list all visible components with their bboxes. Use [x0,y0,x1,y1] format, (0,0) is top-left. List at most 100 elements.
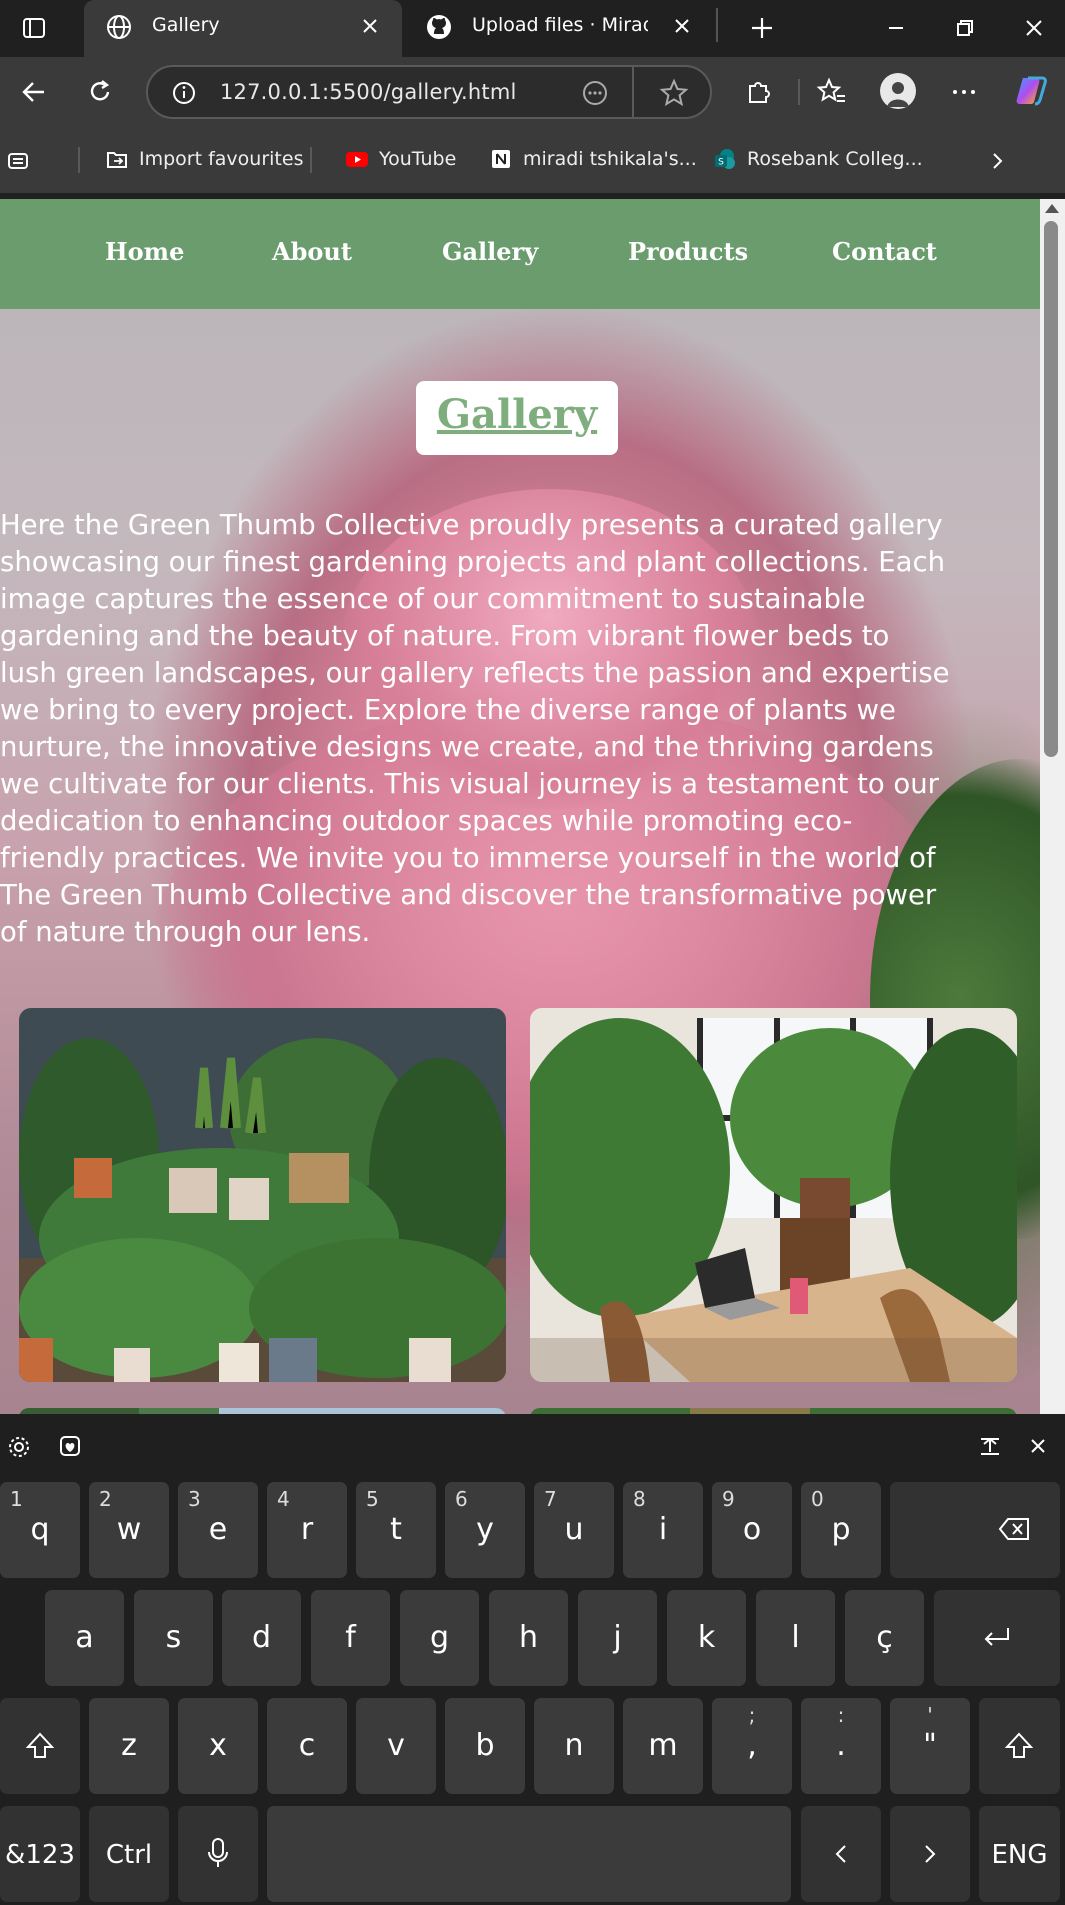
key-n[interactable]: n [534,1698,614,1794]
nav-gallery-link[interactable]: Gallery [442,237,538,266]
minimize-icon[interactable] [878,10,914,46]
key-alt: 5 [366,1487,379,1511]
voice-typing-key[interactable] [178,1806,258,1902]
language-key[interactable]: ENG [979,1806,1060,1902]
intro-line: image captures the essence of our commit… [0,583,866,615]
key-label: s [165,1620,182,1655]
url-field[interactable]: 127.0.0.1:5500/gallery.html [146,65,712,119]
bookmark-rosebank[interactable]: S Rosebank Colleg... [712,144,923,174]
key-p[interactable]: 0p [801,1482,881,1578]
space-key[interactable] [267,1806,791,1902]
tab-upload-files[interactable]: Upload files · Miradi-Mrkn [404,0,714,57]
key-d[interactable]: d [222,1590,301,1686]
bookmark-separator [310,147,312,173]
backspace-key[interactable] [890,1482,1060,1578]
refresh-icon[interactable] [82,74,118,110]
key-label: " [923,1728,937,1763]
notion-icon [492,150,510,168]
touch-keyboard: 1q 2w 3e 4r 5t 6y 7u 8i 9o 0p a s d f g … [0,1414,1065,1905]
close-tab-icon[interactable] [356,12,384,40]
key-label: u [564,1512,584,1547]
shift-icon [1004,1732,1034,1758]
extensions-icon[interactable] [740,74,776,110]
tab-actions-icon[interactable] [20,14,48,42]
intro-line: dedication to enhancing outdoor spaces w… [0,805,853,837]
key-alt: 8 [633,1487,646,1511]
keyboard-layout-icon[interactable] [976,1432,1004,1460]
more-options-icon[interactable] [946,74,982,110]
key-period[interactable]: :. [801,1698,881,1794]
close-window-icon[interactable] [1016,10,1052,46]
key-k[interactable]: k [667,1590,746,1686]
key-quote[interactable]: ' " [890,1698,970,1794]
key-f[interactable]: f [311,1590,390,1686]
key-m[interactable]: m [623,1698,703,1794]
shift-right-key[interactable] [979,1698,1060,1794]
emoji-clipboard-icon[interactable] [56,1432,84,1460]
keyboard-settings-icon[interactable] [6,1434,32,1460]
site-info-icon[interactable] [170,79,198,107]
key-i[interactable]: 8i [623,1482,703,1578]
key-comma[interactable]: ;, [712,1698,792,1794]
enter-key[interactable] [934,1590,1060,1686]
bookmark-import-favourites[interactable]: Import favourites [104,144,303,174]
key-g[interactable]: g [400,1590,479,1686]
restore-icon[interactable] [947,10,983,46]
scroll-up-arrow-icon[interactable] [1045,204,1059,213]
key-c[interactable]: c [267,1698,347,1794]
shift-left-key[interactable] [0,1698,80,1794]
key-c-cedilla[interactable]: ç [845,1590,924,1686]
bookmark-youtube[interactable]: YouTube [344,144,456,174]
key-z[interactable]: z [89,1698,169,1794]
key-e[interactable]: 3e [178,1482,258,1578]
intro-line: nurture, the innovative designs we creat… [0,731,934,763]
key-t[interactable]: 5t [356,1482,436,1578]
key-j[interactable]: j [578,1590,657,1686]
new-tab-icon[interactable] [744,10,780,46]
arrow-right-key[interactable] [890,1806,970,1902]
sharepoint-icon: S [715,149,735,169]
profile-avatar[interactable] [880,73,916,109]
bookmark-notion[interactable]: miradi tshikala's... [488,144,697,174]
favorite-star-icon[interactable] [658,77,690,109]
address-bar-row: 127.0.0.1:5500/gallery.html [0,57,1065,127]
back-icon[interactable] [16,74,52,110]
read-aloud-icon[interactable] [580,78,610,108]
key-label: a [75,1620,94,1655]
key-alt: : [837,1703,845,1727]
key-a[interactable]: a [45,1590,124,1686]
favorites-icon[interactable] [814,74,850,110]
close-tab-icon[interactable] [668,12,696,40]
arrow-left-key[interactable] [801,1806,881,1902]
symbols-key[interactable]: &123 [0,1806,80,1902]
nav-home-link[interactable]: Home [105,237,184,266]
key-v[interactable]: v [356,1698,436,1794]
key-o[interactable]: 9o [712,1482,792,1578]
key-u[interactable]: 7u [534,1482,614,1578]
key-alt: 4 [277,1487,290,1511]
key-l[interactable]: l [756,1590,835,1686]
intro-paragraph: Here the Green Thumb Collective proudly … [0,507,1040,951]
nav-about-link[interactable]: About [272,237,352,266]
key-y[interactable]: 6y [445,1482,525,1578]
close-keyboard-icon[interactable] [1024,1432,1052,1460]
nav-contact-link[interactable]: Contact [832,237,937,266]
tab-gallery[interactable]: Gallery [84,0,402,57]
key-label: r [300,1512,314,1547]
key-q[interactable]: 1q [0,1482,80,1578]
key-r[interactable]: 4r [267,1482,347,1578]
collections-icon[interactable] [6,148,32,174]
scrollbar-thumb[interactable] [1044,221,1058,757]
key-s[interactable]: s [134,1590,213,1686]
copilot-icon[interactable] [1012,72,1050,110]
page-scrollbar[interactable] [1040,199,1065,1414]
github-icon [427,15,451,39]
key-w[interactable]: 2w [89,1482,169,1578]
key-h[interactable]: h [489,1590,568,1686]
key-b[interactable]: b [445,1698,525,1794]
key-x[interactable]: x [178,1698,258,1794]
ctrl-key[interactable]: Ctrl [89,1806,169,1902]
keyboard-toolbar [0,1414,1065,1474]
nav-products-link[interactable]: Products [628,237,748,266]
chevron-right-icon[interactable] [984,147,1012,175]
